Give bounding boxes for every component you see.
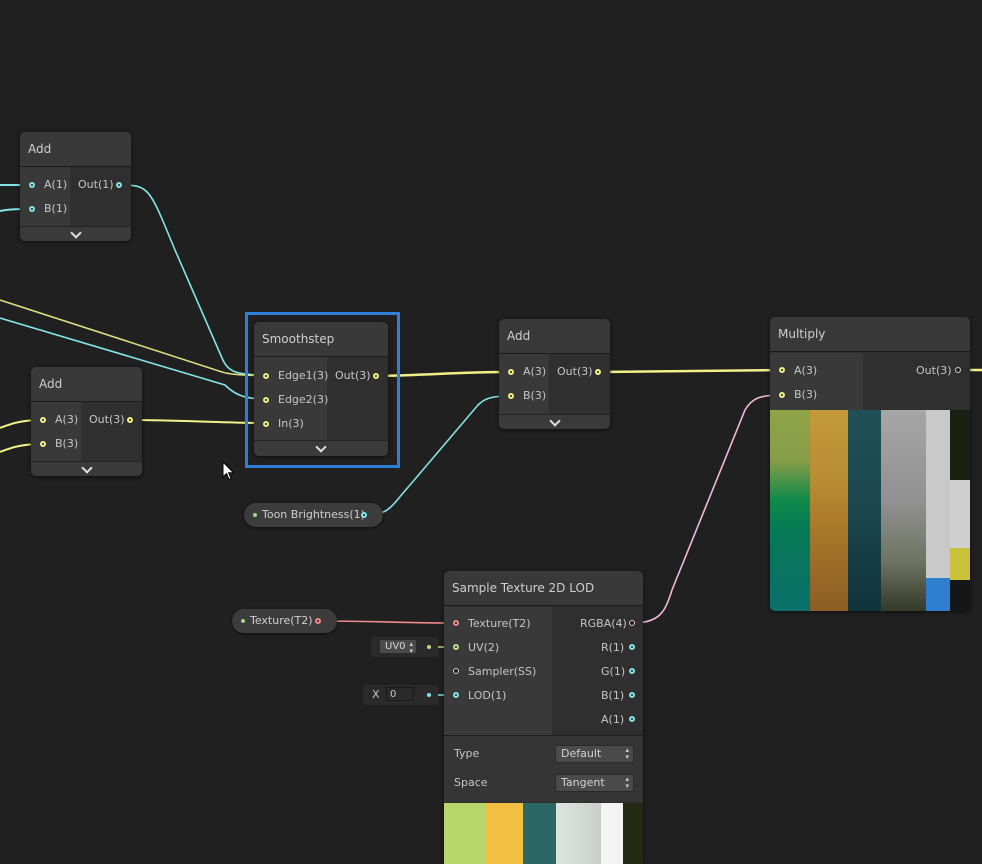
port-label-b: B(3) bbox=[523, 389, 547, 402]
port-label-a: A(3) bbox=[55, 413, 79, 426]
port-label-out: Out(3) bbox=[557, 365, 593, 378]
port-label-rgba: RGBA(4) bbox=[580, 617, 627, 630]
type-label: Type bbox=[454, 747, 480, 760]
lod-connector-dot bbox=[427, 693, 431, 697]
port-edge1-dot[interactable] bbox=[263, 373, 269, 379]
port-label-out: Out(1) bbox=[78, 178, 114, 191]
expand-footer[interactable] bbox=[254, 440, 388, 456]
port-label-lod: LOD(1) bbox=[468, 689, 507, 702]
port-rgba-dot[interactable] bbox=[629, 620, 635, 626]
port-edge2-dot[interactable] bbox=[263, 397, 269, 403]
wire-rgba-to-multiply-b bbox=[631, 394, 783, 624]
type-dropdown[interactable]: Default ▴ ▾ bbox=[555, 745, 634, 763]
texture-property[interactable]: Texture(T2) bbox=[232, 609, 337, 633]
node-title: Smoothstep bbox=[254, 322, 388, 357]
expand-footer[interactable] bbox=[31, 461, 142, 476]
port-texture-dot[interactable] bbox=[453, 620, 459, 626]
node-title: Multiply bbox=[770, 317, 970, 352]
uv-channel-dropdown[interactable]: UV0 ▴ ▾ bbox=[379, 639, 417, 655]
port-label-b: B(1) bbox=[601, 689, 625, 702]
property-indicator-dot bbox=[253, 513, 257, 517]
port-label-in: In(3) bbox=[278, 417, 304, 430]
port-label-b: B(3) bbox=[794, 388, 818, 401]
preview-image bbox=[770, 410, 970, 611]
updown-arrows-icon: ▴ ▾ bbox=[625, 746, 629, 761]
chevron-down-icon bbox=[548, 415, 561, 427]
port-out-dot[interactable] bbox=[373, 373, 379, 379]
sample-texture-2d-lod-node[interactable]: Sample Texture 2D LOD Texture(T2) UV(2) … bbox=[444, 571, 643, 864]
chevron-down-icon bbox=[315, 441, 327, 453]
port-label-g: G(1) bbox=[601, 665, 626, 678]
port-label-a: A(3) bbox=[794, 364, 818, 377]
port-out-dot[interactable] bbox=[955, 367, 961, 373]
port-a-dot[interactable] bbox=[29, 182, 35, 188]
add-node-2[interactable]: Add A(3) B(3) Out(3) bbox=[31, 367, 142, 476]
toon-brightness-property[interactable]: Toon Brightness(1) bbox=[244, 503, 383, 527]
port-lod-dot[interactable] bbox=[453, 692, 459, 698]
port-label-sampler: Sampler(SS) bbox=[468, 665, 537, 678]
port-a-dot[interactable] bbox=[40, 417, 46, 423]
uv-inline-input[interactable]: UV0 ▴ ▾ bbox=[371, 637, 438, 657]
updown-arrows-icon: ▴ ▾ bbox=[625, 775, 629, 790]
node-title: Add bbox=[31, 367, 142, 402]
lod-inline-input[interactable]: X 0 bbox=[363, 685, 438, 705]
port-label-a: A(1) bbox=[44, 178, 68, 191]
updown-arrows-icon: ▴ ▾ bbox=[409, 640, 413, 655]
property-indicator-dot bbox=[241, 619, 245, 623]
add-node-1[interactable]: Add A(1) B(1) Out(1) bbox=[20, 132, 131, 241]
port-r-dot[interactable] bbox=[629, 644, 635, 650]
property-out-dot[interactable] bbox=[361, 512, 367, 518]
node-title: Add bbox=[499, 319, 610, 354]
port-b-dot[interactable] bbox=[29, 206, 35, 212]
port-label-edge2: Edge2(3) bbox=[278, 393, 329, 406]
wire-texture-to-sampler bbox=[317, 620, 457, 624]
expand-footer[interactable] bbox=[20, 226, 131, 241]
port-in-dot[interactable] bbox=[263, 421, 269, 427]
port-a-dot[interactable] bbox=[508, 369, 514, 375]
port-label-out: Out(3) bbox=[916, 364, 952, 377]
port-b-dot[interactable] bbox=[629, 692, 635, 698]
lod-axis-label: X bbox=[372, 688, 380, 701]
property-label: Toon Brightness(1) bbox=[262, 508, 365, 521]
node-title: Add bbox=[20, 132, 131, 167]
multiply-node[interactable]: Multiply A(3) B(3) Out(3) bbox=[770, 317, 970, 611]
port-b-dot[interactable] bbox=[508, 393, 514, 399]
port-b-dot[interactable] bbox=[779, 392, 785, 398]
space-label: Space bbox=[454, 776, 488, 789]
port-label-out: Out(3) bbox=[89, 413, 125, 426]
port-out-dot[interactable] bbox=[116, 182, 122, 188]
smoothstep-node[interactable]: Smoothstep Edge1(3) Edge2(3) In(3) Out(3… bbox=[254, 322, 388, 456]
property-out-dot[interactable] bbox=[315, 618, 321, 624]
add-node-3[interactable]: Add A(3) B(3) Out(3) bbox=[499, 319, 610, 429]
port-label-texture: Texture(T2) bbox=[468, 617, 531, 630]
port-b-dot[interactable] bbox=[40, 441, 46, 447]
space-dropdown[interactable]: Tangent ▴ ▾ bbox=[555, 774, 634, 792]
uv-connector-dot bbox=[427, 645, 431, 649]
port-label-a: A(3) bbox=[523, 365, 547, 378]
port-label-r: R(1) bbox=[601, 641, 625, 654]
port-a-dot[interactable] bbox=[629, 716, 635, 722]
port-sampler-dot[interactable] bbox=[453, 668, 459, 674]
port-label-a: A(1) bbox=[601, 713, 625, 726]
port-a-dot[interactable] bbox=[779, 367, 785, 373]
port-uv-dot[interactable] bbox=[453, 644, 459, 650]
port-g-dot[interactable] bbox=[629, 668, 635, 674]
wire-add3-out-to-multiply-a bbox=[598, 368, 783, 374]
node-title: Sample Texture 2D LOD bbox=[444, 571, 643, 606]
port-label-b: B(3) bbox=[55, 437, 79, 450]
chevron-down-icon bbox=[69, 227, 82, 239]
port-label-uv: UV(2) bbox=[468, 641, 500, 654]
preview-image bbox=[444, 803, 643, 864]
expand-footer[interactable] bbox=[499, 414, 610, 429]
port-label-b: B(1) bbox=[44, 202, 68, 215]
port-out-dot[interactable] bbox=[595, 369, 601, 375]
port-label-edge1: Edge1(3) bbox=[278, 369, 329, 382]
lod-value-field[interactable]: 0 bbox=[386, 687, 414, 701]
mouse-cursor-icon bbox=[222, 461, 235, 481]
chevron-down-icon bbox=[80, 462, 93, 474]
property-label: Texture(T2) bbox=[250, 614, 313, 627]
port-out-dot[interactable] bbox=[127, 417, 133, 423]
port-label-out: Out(3) bbox=[335, 369, 371, 382]
